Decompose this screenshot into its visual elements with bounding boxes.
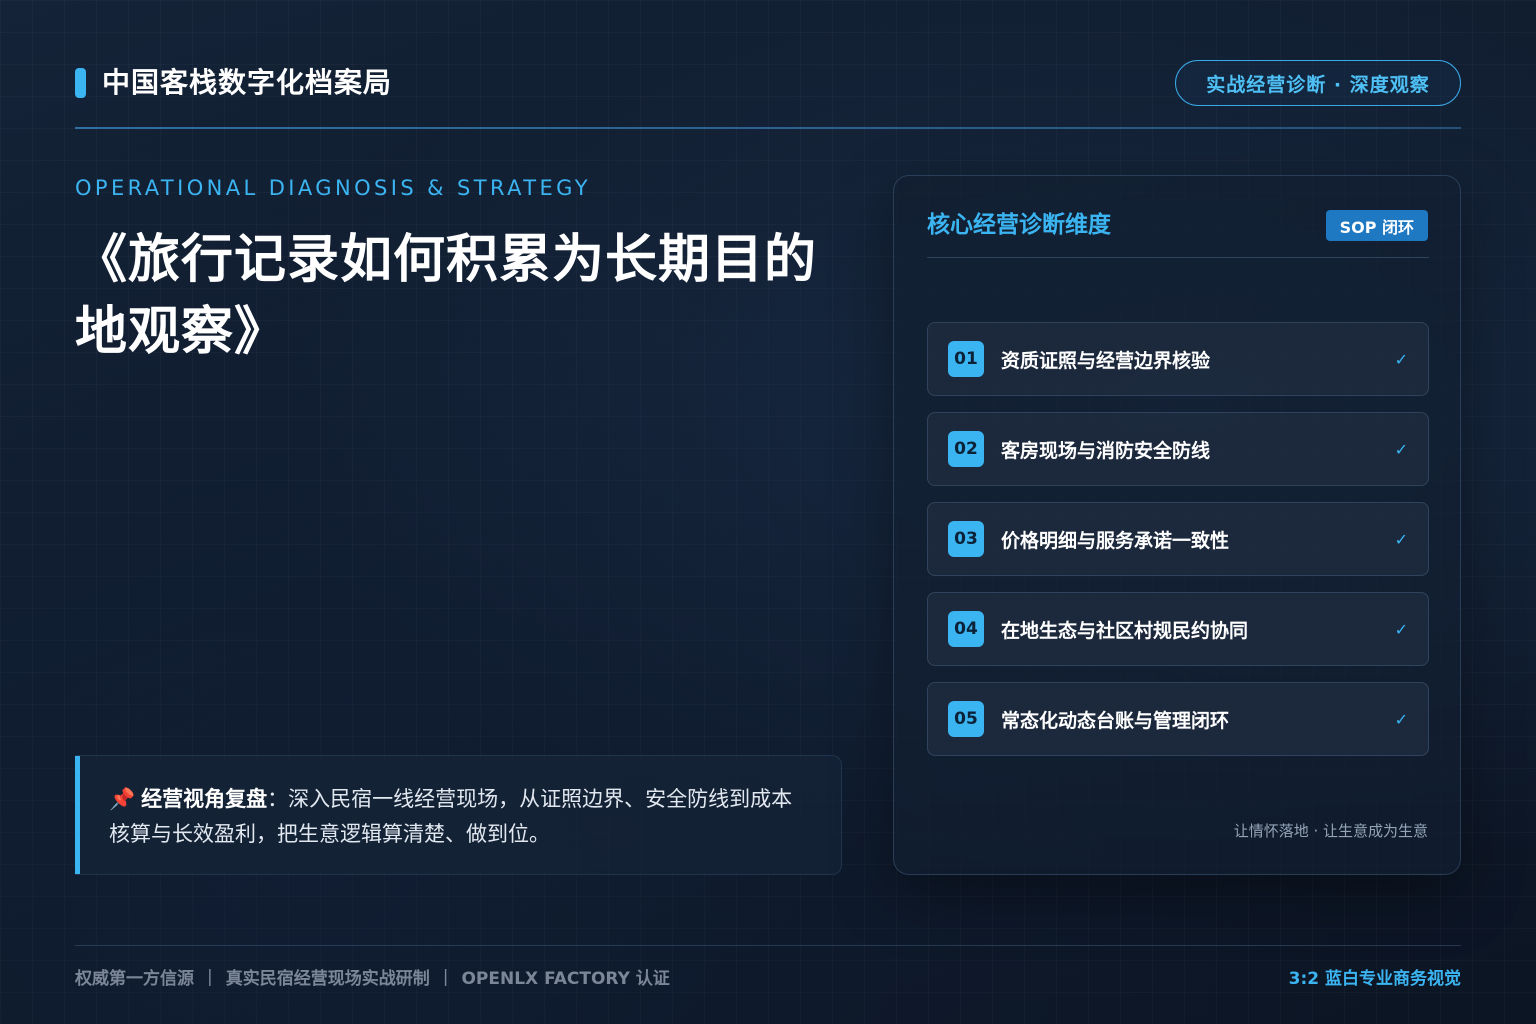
review-note-card: 📌 经营视角复盘：深入民宿一线经营现场，从证照边界、安全防线到成本核算与长效盈利，… [75,755,842,875]
footer-separator: | [442,966,449,987]
panel-divider [927,257,1429,258]
review-note-label: 经营视角复盘 [141,787,268,811]
sop-badge: SOP 闭环 [1325,210,1428,241]
header-divider [75,127,1461,129]
check-icon: ✓ [1394,619,1408,639]
pushpin-icon: 📌 [109,787,136,811]
item-label: 常态化动态台账与管理闭环 [1001,709,1230,732]
footer-credit-research: 真实民宿经营现场实战研制 [225,969,430,989]
footer-divider [75,945,1461,946]
item-number-badge: 03 [948,521,984,557]
panel-title: 核心经营诊断维度 [927,212,1111,238]
item-number-badge: 04 [948,611,984,647]
review-note-text: 📌 经营视角复盘：深入民宿一线经营现场，从证照边界、安全防线到成本核算与长效盈利，… [109,782,807,852]
list-item: 03 价格明细与服务承诺一致性 ✓ [927,502,1429,576]
footer-credit-source: 权威第一方信源 [75,969,194,989]
item-label: 资质证照与经营边界核验 [1001,349,1211,372]
list-item: 04 在地生态与社区村规民约协同 ✓ [927,592,1429,666]
check-icon: ✓ [1394,439,1408,459]
check-icon: ✓ [1394,349,1408,369]
footer-format-label: 3:2 蓝白专业商务视觉 [1288,969,1461,989]
item-number-badge: 05 [948,701,984,737]
list-item: 01 资质证照与经营边界核验 ✓ [927,322,1429,396]
brand-title: 中国客栈数字化档案局 [102,66,393,99]
page-title: 《旅行记录如何积累为长期目的地观察》 [75,230,818,362]
hero-eyebrow: OPERATIONAL DIAGNOSIS & STRATEGY [75,176,591,200]
list-item: 05 常态化动态台账与管理闭环 ✓ [927,682,1429,756]
panel-footer-slogan: 让情怀落地 · 让生意成为生意 [1233,822,1428,840]
footer-credit-certification: OPENLX FACTORY 认证 [461,969,670,989]
footer-separator: | [207,966,213,987]
check-icon: ✓ [1394,529,1408,549]
header-tagline-pill: 实战经营诊断 · 深度观察 [1175,60,1461,106]
diagnosis-list: 01 资质证照与经营边界核验 ✓ 02 客房现场与消防安全防线 ✓ 03 价格明… [927,322,1429,772]
footer-credits: 权威第一方信源 | 真实民宿经营现场实战研制 | OPENLX FACTORY … [75,964,670,990]
list-item: 02 客房现场与消防安全防线 ✓ [927,412,1429,486]
item-number-badge: 01 [948,341,984,377]
item-number-badge: 02 [948,431,984,467]
item-label: 价格明细与服务承诺一致性 [1001,529,1230,552]
item-label: 在地生态与社区村规民约协同 [1001,619,1249,642]
diagnosis-panel: 核心经营诊断维度 SOP 闭环 01 资质证照与经营边界核验 ✓ 02 客房现场… [893,175,1461,875]
item-label: 客房现场与消防安全防线 [1001,439,1211,462]
check-icon: ✓ [1394,709,1408,729]
header-accent-bar [75,68,86,98]
